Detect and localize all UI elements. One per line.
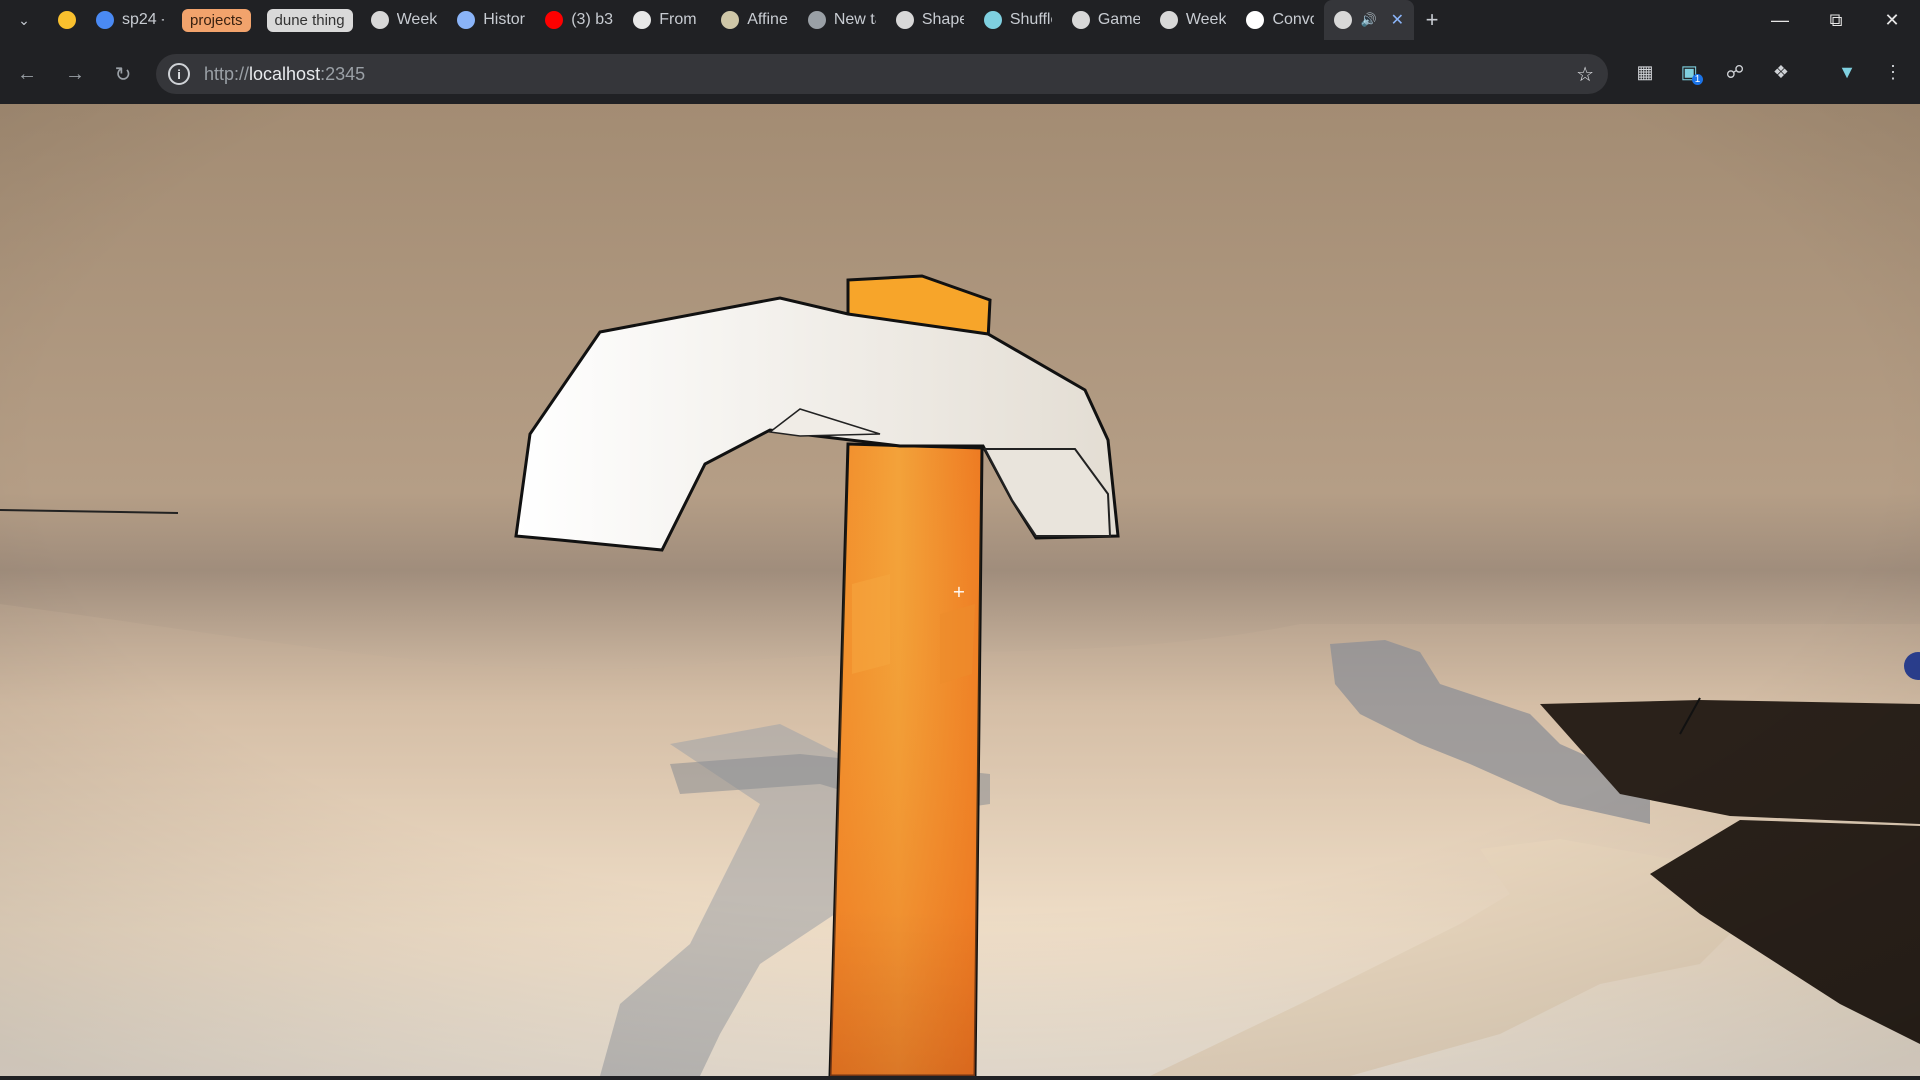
back-button[interactable]: ← — [3, 54, 51, 94]
clock-icon — [807, 11, 826, 29]
reload-button[interactable]: ↻ — [99, 54, 147, 94]
site-info-icon[interactable]: i — [168, 63, 190, 85]
browser-chrome: ⌄ sp24 - projects dune thing Week History (3)… — [0, 0, 1920, 104]
tab-title: Shuffle — [1009, 11, 1052, 28]
restore-button[interactable]: ⧉ — [1808, 0, 1864, 40]
tab[interactable]: Shuffle — [974, 0, 1062, 40]
close-window-button[interactable]: ✕ — [1864, 0, 1920, 40]
url-port: :2345 — [320, 63, 366, 84]
globe-icon — [1334, 11, 1353, 29]
extension-badge-icon[interactable]: ▣ 1 — [1674, 54, 1710, 90]
globe-icon — [370, 11, 389, 29]
tab-group-label: projects — [182, 8, 251, 32]
tab[interactable]: From E — [623, 0, 711, 40]
tab-group[interactable]: dune thing — [259, 0, 361, 40]
tab-title: History — [483, 11, 525, 28]
tab[interactable]: History — [447, 0, 535, 40]
keep-icon — [58, 11, 76, 29]
tab-title: Convo — [1272, 11, 1315, 28]
youtube-icon — [545, 11, 564, 29]
tab-title: Week — [1185, 11, 1227, 28]
tab[interactable]: Shape — [886, 0, 974, 40]
tab-title: Affine — [747, 11, 788, 28]
window-controls: — ⧉ ✕ — [1752, 0, 1920, 40]
forward-button[interactable]: → — [51, 54, 99, 94]
tab-strip: ⌄ sp24 - projects dune thing Week History (3)… — [0, 0, 1920, 40]
url-host: localhost — [249, 63, 321, 84]
vignette — [0, 104, 1920, 1076]
tab-title: Shape — [921, 11, 964, 28]
globe-icon — [1159, 11, 1178, 29]
tab[interactable]: Affine — [711, 0, 798, 40]
tab[interactable]: Convo — [1236, 0, 1324, 40]
tab-group-label: dune thing — [266, 8, 353, 32]
medium-icon — [1246, 11, 1265, 29]
extension-badge-count: 1 — [1691, 73, 1704, 85]
minimize-button[interactable]: — — [1752, 0, 1808, 40]
chef-icon — [633, 11, 652, 29]
tab[interactable]: Week — [361, 0, 448, 40]
grid-icon[interactable]: ▦ — [1627, 54, 1663, 90]
bird-icon — [983, 11, 1002, 29]
bookmark-star-icon[interactable]: ☆ — [1576, 62, 1594, 87]
tab[interactable]: Game — [1062, 0, 1150, 40]
address-bar[interactable]: i http://localhost:2345 ☆ — [156, 54, 1608, 94]
new-tab-button[interactable]: + — [1414, 7, 1450, 33]
tab-title: sp24 - — [122, 11, 164, 28]
bird-icon[interactable]: ▼ — [1829, 54, 1865, 90]
game-scene: + — [0, 104, 1920, 1076]
tab[interactable]: New ta — [798, 0, 886, 40]
tab[interactable]: 🔊 ✕ — [1324, 0, 1415, 40]
url-text[interactable]: http://localhost:2345 — [204, 64, 365, 85]
bottom-border — [0, 1076, 1920, 1080]
image-icon — [721, 11, 740, 29]
tab[interactable]: sp24 - — [86, 0, 174, 40]
tab-title: (3) b3l — [571, 11, 614, 28]
docs-icon — [96, 11, 114, 29]
tab[interactable]: Week — [1150, 0, 1237, 40]
tab-title: From E — [659, 11, 701, 28]
tab-list: sp24 - projects dune thing Week History (3) b… — [48, 0, 1415, 40]
url-prefix: http:// — [204, 63, 250, 84]
tab[interactable]: (3) b3l — [535, 0, 623, 40]
tab-title: Game — [1097, 11, 1140, 28]
history-icon — [457, 11, 476, 29]
tab-search-button[interactable]: ⌄ — [0, 0, 48, 40]
globe-icon — [895, 11, 914, 29]
tab-title: New ta — [833, 11, 876, 28]
close-tab-icon[interactable]: ✕ — [1391, 10, 1404, 30]
tab-title: Week — [396, 11, 438, 28]
globe-icon — [1071, 11, 1090, 29]
game-viewport[interactable]: + — [0, 104, 1920, 1076]
tab[interactable] — [48, 0, 86, 40]
puzzle-icon[interactable]: ❖ — [1763, 54, 1799, 90]
audio-icon[interactable]: 🔊 — [1360, 12, 1376, 28]
tab-group[interactable]: projects — [174, 0, 259, 40]
menu-icon[interactable]: ⋮ — [1875, 54, 1911, 90]
reader-icon[interactable]: ☍ — [1717, 54, 1753, 90]
